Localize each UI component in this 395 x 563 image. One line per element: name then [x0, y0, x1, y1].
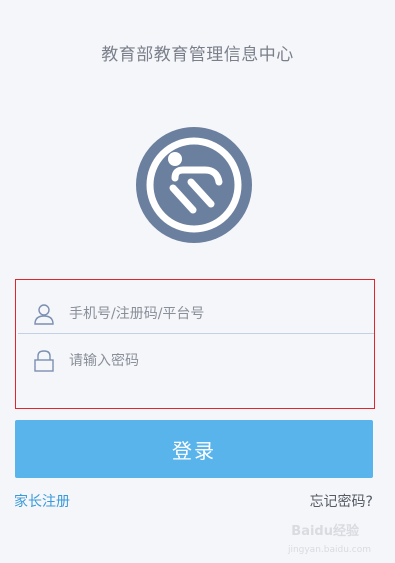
lock-icon	[32, 349, 56, 373]
forgot-password-link[interactable]: 忘记密码?	[310, 491, 373, 511]
login-button[interactable]: 登录	[15, 420, 373, 478]
watermark: Baidu经验	[291, 524, 359, 539]
page-title: 教育部教育管理信息中心	[101, 45, 294, 65]
password-input[interactable]	[69, 353, 329, 369]
account-field	[16, 291, 374, 337]
login-form	[15, 279, 375, 409]
password-field	[16, 338, 374, 384]
watermark-subtext: jingyan.baidu.com	[287, 545, 371, 555]
parent-register-link[interactable]: 家长注册	[14, 491, 70, 511]
user-icon	[32, 302, 56, 326]
logo-icon	[135, 126, 253, 244]
field-divider	[18, 333, 374, 334]
account-input[interactable]	[69, 306, 329, 322]
